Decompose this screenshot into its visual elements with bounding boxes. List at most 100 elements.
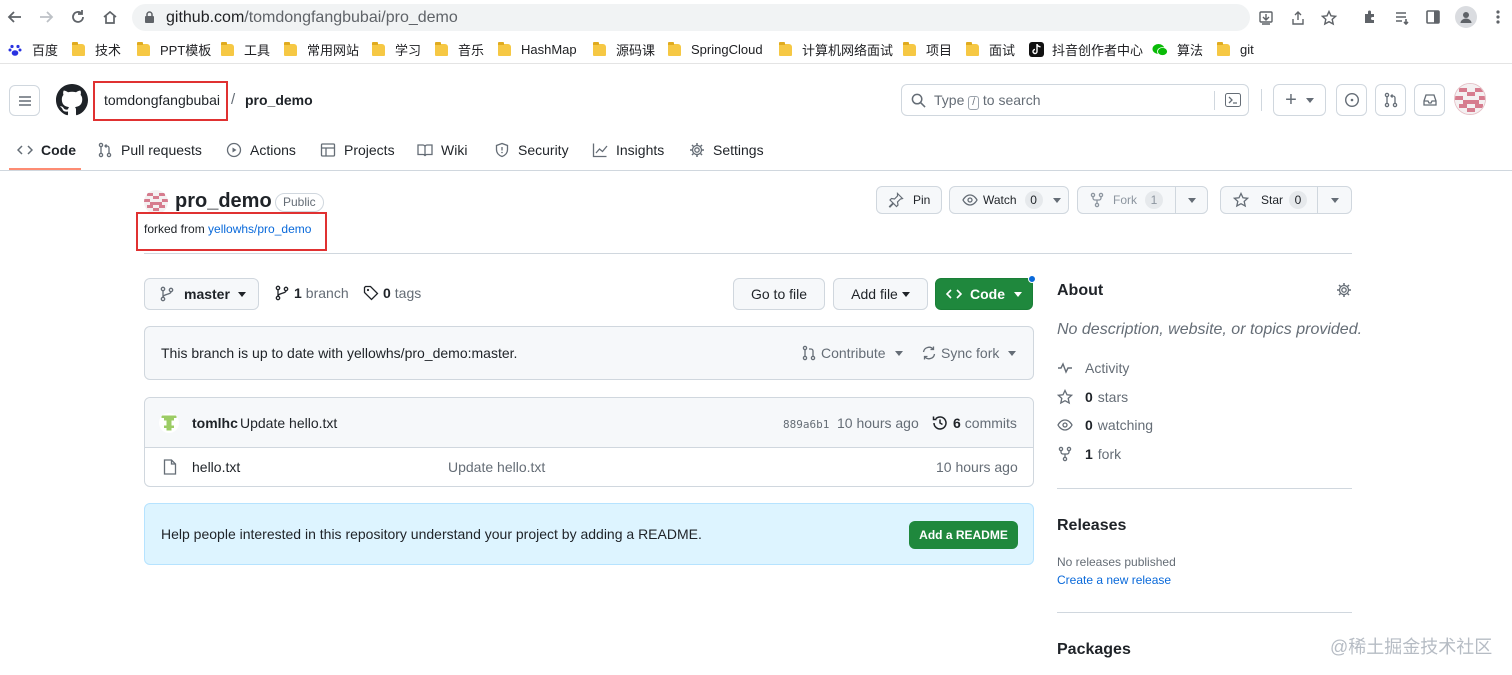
search-input[interactable]: Type / to search <box>901 84 1249 116</box>
bookmark-item[interactable]: 百度 <box>8 41 58 58</box>
command-palette-icon[interactable] <box>1225 93 1241 107</box>
file-name-link[interactable]: hello.txt <box>192 459 240 475</box>
commit-sha[interactable]: 889a6b1 <box>783 418 829 431</box>
inbox-icon[interactable] <box>1414 84 1445 116</box>
tab-insights[interactable]: Insights <box>592 140 664 160</box>
sync-fork-button[interactable]: Sync fork <box>921 345 1017 361</box>
share-icon[interactable] <box>1289 9 1307 27</box>
bookmark-folder[interactable]: 音乐 <box>435 41 484 58</box>
commit-author[interactable]: tomlhc <box>192 415 238 431</box>
install-app-icon[interactable] <box>1257 9 1275 27</box>
star-icon <box>1233 192 1249 208</box>
gear-icon[interactable] <box>1336 282 1352 298</box>
bookmark-folder[interactable]: 技术 <box>72 41 121 58</box>
eye-icon <box>962 194 978 206</box>
bookmark-folder[interactable]: 面试 <box>966 41 1015 58</box>
split-divider <box>1317 187 1318 213</box>
tab-actions[interactable]: Actions <box>226 140 296 160</box>
extensions-icon[interactable] <box>1361 8 1379 26</box>
issues-icon[interactable] <box>1336 84 1367 116</box>
folder-icon <box>966 41 979 56</box>
visibility-badge: Public <box>275 193 324 212</box>
tab-wiki[interactable]: Wiki <box>417 140 467 160</box>
branches-link[interactable]: 1 branch <box>275 285 349 301</box>
file-commit-message[interactable]: Update hello.txt <box>448 459 545 475</box>
bookmark-folder[interactable]: 源码课 <box>593 41 655 58</box>
commits-history-link[interactable]: 6 commits <box>932 415 1017 431</box>
breadcrumb-separator: / <box>231 91 236 108</box>
bookmark-folder[interactable]: HashMap <box>498 41 577 58</box>
forks-link[interactable]: 1 fork <box>1057 446 1121 462</box>
back-icon[interactable] <box>5 7 25 27</box>
star-button[interactable]: Star 0 <box>1220 186 1352 214</box>
tab-settings[interactable]: Settings <box>689 140 764 160</box>
commit-message[interactable]: Update hello.txt <box>240 415 337 431</box>
sync-icon <box>922 346 936 360</box>
file-icon <box>163 459 177 475</box>
bookmark-folder[interactable]: 学习 <box>372 41 421 58</box>
sidebar-divider <box>1057 612 1352 613</box>
code-dropdown-button[interactable]: Code <box>935 278 1033 310</box>
repo-link[interactable]: pro_demo <box>245 92 313 108</box>
profile-icon[interactable] <box>1455 6 1477 28</box>
owner-link[interactable]: tomdongfangbubai <box>104 92 220 108</box>
caret-down-icon <box>1305 97 1314 103</box>
stars-link[interactable]: 0 stars <box>1057 389 1128 405</box>
branch-selector[interactable]: master <box>144 278 259 310</box>
watch-button[interactable]: Watch 0 <box>949 186 1069 214</box>
create-release-link[interactable]: Create a new release <box>1057 573 1171 587</box>
pull-requests-icon[interactable] <box>1375 84 1406 116</box>
repo-owner-avatar[interactable] <box>144 190 168 214</box>
folder-icon <box>779 41 792 56</box>
bookmark-folder[interactable]: SpringCloud <box>668 41 763 58</box>
watching-link[interactable]: 0 watching <box>1057 417 1153 433</box>
folder-icon <box>1217 41 1230 56</box>
bookmark-folder[interactable]: 工具 <box>221 41 270 58</box>
graph-icon <box>592 143 608 158</box>
address-bar[interactable]: github.com/tomdongfangbubai/pro_demo <box>132 4 1337 31</box>
tag-icon <box>363 285 379 301</box>
fork-sync-banner: This branch is up to date with yellowhs/… <box>144 326 1034 380</box>
tab-pull-requests[interactable]: Pull requests <box>97 140 202 160</box>
bookmark-folder[interactable]: 项目 <box>903 41 952 58</box>
side-panel-icon[interactable] <box>1424 8 1442 26</box>
browser-toolbar: github.com/tomdongfangbubai/pro_demo <box>0 0 1512 35</box>
github-logo-icon[interactable] <box>56 84 88 116</box>
bookmark-folder[interactable]: 常用网站 <box>284 41 359 58</box>
folder-icon <box>284 41 297 56</box>
tab-code[interactable]: Code <box>17 140 76 160</box>
pin-button[interactable]: Pin <box>876 186 942 214</box>
forked-source-link[interactable]: yellowhs/pro_demo <box>208 222 311 236</box>
bookmark-item[interactable]: 算法 <box>1152 41 1203 58</box>
tab-security[interactable]: Security <box>494 140 569 160</box>
baidu-paw-icon <box>8 43 22 57</box>
create-new-button[interactable]: + <box>1273 84 1326 116</box>
go-to-file-button[interactable]: Go to file <box>733 278 825 310</box>
gear-icon <box>690 143 704 157</box>
hamburger-menu-icon[interactable] <box>9 85 40 116</box>
user-avatar[interactable] <box>1454 83 1486 115</box>
chrome-menu-icon[interactable] <box>1489 8 1507 26</box>
releases-heading[interactable]: Releases <box>1057 517 1126 535</box>
reload-icon[interactable] <box>68 7 88 27</box>
bookmarks-bar: 百度 技术 PPT模板 工具 常用网站 学习 音乐 HashMap 源码课 Sp… <box>0 35 1512 64</box>
bookmark-star-icon[interactable] <box>1320 9 1338 27</box>
bookmark-item[interactable]: 抖音创作者中心 <box>1029 41 1143 58</box>
activity-link[interactable]: Activity <box>1057 360 1129 376</box>
forward-icon[interactable] <box>36 7 56 27</box>
reading-list-icon[interactable] <box>1393 8 1411 26</box>
shield-icon <box>495 142 509 158</box>
contribute-button[interactable]: Contribute <box>801 345 903 361</box>
bookmark-folder[interactable]: git <box>1217 41 1254 58</box>
tags-link[interactable]: 0 tags <box>363 285 421 301</box>
commit-author-avatar[interactable] <box>159 413 179 433</box>
add-readme-button[interactable]: Add a README <box>909 521 1018 549</box>
packages-heading[interactable]: Packages <box>1057 641 1131 659</box>
no-releases-text: No releases published <box>1057 555 1176 569</box>
bookmark-folder[interactable]: 计算机网络面试 <box>779 41 893 58</box>
home-icon[interactable] <box>100 7 120 27</box>
repo-title[interactable]: pro_demo <box>175 190 272 213</box>
add-file-button[interactable]: Add file <box>833 278 928 310</box>
tab-projects[interactable]: Projects <box>320 140 395 160</box>
bookmark-folder[interactable]: PPT模板 <box>137 41 211 58</box>
